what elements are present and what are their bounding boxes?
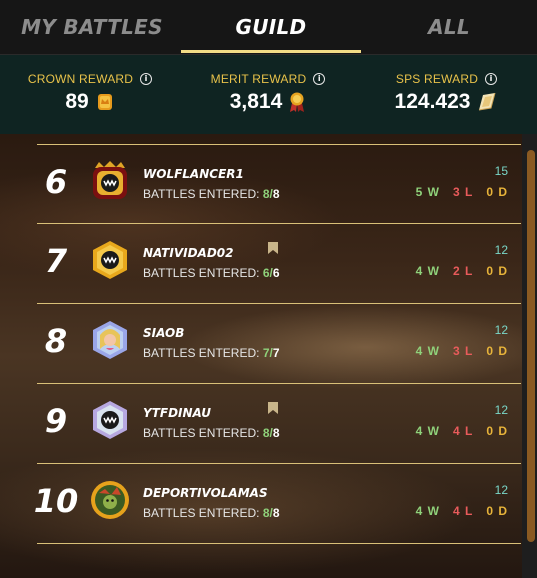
player-name[interactable]: SIAOB — [143, 326, 184, 340]
crown-reward-icon — [97, 94, 112, 110]
points-value: 15 — [494, 164, 508, 178]
sps-reward-value: 124.423 — [394, 90, 471, 113]
active-tab-indicator — [181, 50, 361, 53]
battles-total-count: 8 — [272, 426, 280, 440]
battles-entered: BATTLES ENTERED: 8/8 — [143, 187, 280, 201]
rewards-bar: CROWN REWARD i 89 MERIT REWARD i 3,814 S… — [0, 55, 537, 134]
princess-avatar[interactable] — [89, 319, 131, 361]
battles-total-count: 6 — [272, 266, 280, 280]
bookmark-icon — [268, 242, 278, 254]
rank-number: 6 — [44, 163, 68, 201]
draws-count: 0 D — [486, 344, 508, 358]
battles-entered-count: 7 — [262, 346, 270, 360]
draws-count: 0 D — [486, 504, 508, 518]
losses-count: 4 L — [452, 504, 474, 518]
points-value: 12 — [494, 483, 508, 497]
battles-entered-label: BATTLES ENTERED: — [143, 266, 260, 280]
sps-token-icon — [479, 92, 496, 111]
merit-reward-label: MERIT REWARD — [210, 72, 307, 86]
points-value: 12 — [494, 243, 508, 257]
leaderboard-row[interactable]: 8 SIAOB BATTLES ENTERED: 7/7 12 4 W 3 L … — [0, 304, 522, 384]
battles-entered-label: BATTLES ENTERED: — [143, 506, 260, 520]
crown-reward: CROWN REWARD i 89 — [0, 55, 180, 134]
battles-entered: BATTLES ENTERED: 8/8 — [143, 506, 280, 520]
crown-reward-label: CROWN REWARD — [27, 72, 134, 86]
tab-all[interactable]: ALL — [361, 0, 537, 54]
draws-count: 0 D — [486, 424, 508, 438]
crown-reward-value: 89 — [65, 90, 89, 113]
scrollbar-thumb[interactable] — [527, 150, 535, 542]
info-icon[interactable]: i — [140, 73, 153, 85]
gold-monster-avatar[interactable] — [89, 239, 131, 281]
battles-total-count: 8 — [272, 187, 280, 201]
losses-count: 3 L — [452, 344, 474, 358]
rank-number: 8 — [44, 322, 68, 360]
wins-count: 5 W — [415, 185, 440, 199]
guild-battles-panel: MY BATTLES GUILD ALL CROWN REWARD i 89 M… — [0, 0, 537, 578]
silver-monster-avatar[interactable] — [89, 399, 131, 441]
battles-entered: BATTLES ENTERED: 6/6 — [143, 266, 280, 280]
battles-entered-count: 8 — [262, 187, 270, 201]
leaderboard-row[interactable]: 9 YTFDINAU BATTLES ENTERED: 8/8 12 4 W 4… — [0, 384, 522, 464]
points-value: 12 — [494, 323, 508, 337]
win-loss-record: 4 W 2 L 0 D — [416, 264, 508, 278]
tab-bar: MY BATTLES GUILD ALL — [0, 0, 537, 55]
tab-my-battles[interactable]: MY BATTLES — [0, 0, 184, 54]
battles-entered-label: BATTLES ENTERED: — [143, 426, 260, 440]
player-name[interactable]: YTFDINAU — [143, 406, 211, 420]
wins-count: 4 W — [415, 344, 440, 358]
merit-medal-icon — [290, 92, 305, 112]
win-loss-record: 4 W 4 L 0 D — [416, 504, 508, 518]
merit-reward-value: 3,814 — [229, 90, 283, 113]
battles-entered: BATTLES ENTERED: 7/7 — [143, 346, 280, 360]
info-icon[interactable]: i — [313, 73, 326, 85]
losses-count: 3 L — [452, 185, 474, 199]
battles-entered-count: 8 — [262, 426, 270, 440]
win-loss-record: 5 W 3 L 0 D — [416, 185, 508, 199]
leaderboard-row[interactable]: 6 WOLFLANCER1 BATTLES ENTERED: 8/8 15 5 … — [0, 145, 522, 225]
wins-count: 4 W — [415, 264, 440, 278]
player-name[interactable]: WOLFLANCER1 — [143, 167, 244, 181]
battles-entered-label: BATTLES ENTERED: — [143, 346, 260, 360]
bookmark-icon — [268, 402, 278, 414]
info-icon[interactable]: i — [485, 73, 498, 85]
wins-count: 4 W — [415, 424, 440, 438]
wins-count: 4 W — [415, 504, 440, 518]
rank-number: 9 — [44, 402, 68, 440]
sps-reward: SPS REWARD i 124.423 — [356, 55, 537, 134]
battles-entered-count: 6 — [262, 266, 270, 280]
leaderboard-row[interactable]: 10 DEPORTIVOLAMAS BATTLES ENTERED: 8/8 1… — [0, 464, 522, 544]
leaderboard-row[interactable]: 7 NATIVIDAD02 BATTLES ENTERED: 6/6 12 4 … — [0, 224, 522, 304]
draws-count: 0 D — [486, 185, 508, 199]
losses-count: 2 L — [452, 264, 474, 278]
battles-total-count: 8 — [272, 506, 280, 520]
goblin-avatar[interactable] — [89, 479, 131, 521]
rank-number: 10 — [33, 482, 79, 520]
battles-entered: BATTLES ENTERED: 8/8 — [143, 426, 280, 440]
win-loss-record: 4 W 4 L 0 D — [416, 424, 508, 438]
draws-count: 0 D — [486, 264, 508, 278]
rank-number: 7 — [44, 242, 68, 280]
battles-entered-count: 8 — [262, 506, 270, 520]
losses-count: 4 L — [452, 424, 474, 438]
tab-guild[interactable]: GUILD — [181, 0, 361, 54]
player-name[interactable]: DEPORTIVOLAMAS — [143, 486, 268, 500]
win-loss-record: 4 W 3 L 0 D — [416, 344, 508, 358]
crown-monster-avatar[interactable] — [89, 160, 131, 202]
player-name[interactable]: NATIVIDAD02 — [143, 246, 234, 260]
points-value: 12 — [494, 403, 508, 417]
merit-reward: MERIT REWARD i 3,814 — [180, 55, 356, 134]
sps-reward-label: SPS REWARD — [395, 72, 479, 86]
battles-total-count: 7 — [272, 346, 280, 360]
battles-entered-label: BATTLES ENTERED: — [143, 187, 260, 201]
